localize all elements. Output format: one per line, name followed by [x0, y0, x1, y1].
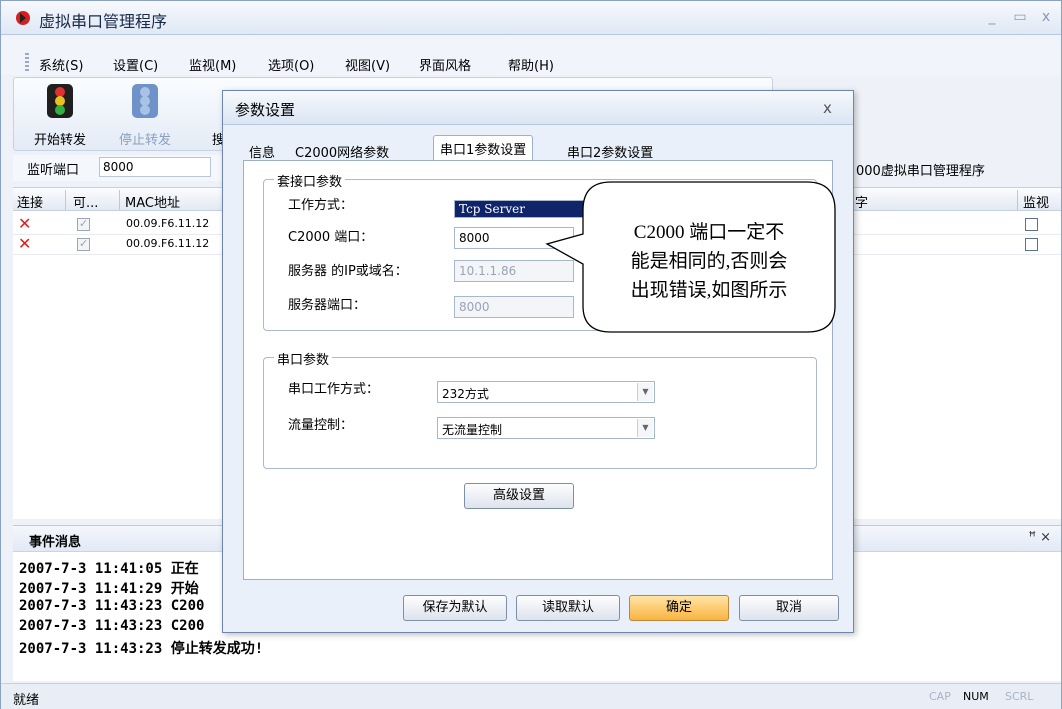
callout-line: C2000 端口一定不 [633, 222, 785, 243]
col-connect[interactable]: 连接 [17, 192, 43, 211]
log-line: 2007-7-3 11:43:23 停止转发成功! [19, 641, 264, 657]
dialog-title-bar: 参数设置 x [223, 91, 853, 125]
start-forward-button[interactable]: 开始转发 [28, 78, 92, 150]
mac-cell: 00.09.F6.11.12 [126, 237, 210, 250]
event-pane-title: 事件消息 [29, 535, 82, 550]
menu-monitor[interactable]: 监视(M) [189, 55, 236, 74]
tab-serial2[interactable]: 串口2参数设置 [561, 139, 659, 161]
log-line: 2007-7-3 11:41:29 开始 [19, 581, 199, 597]
dialog-title: 参数设置 [235, 101, 296, 119]
listen-port-input[interactable]: 8000 [99, 157, 211, 177]
scrl-indicator: SCRL [1005, 690, 1034, 703]
status-bar: 就绪 CAP NUM SCRL [1, 683, 1061, 709]
tab-c2000-network[interactable]: C2000网络参数 [289, 139, 395, 161]
callout-line: 出现错误,如图所示 [630, 280, 788, 301]
col-monitor[interactable]: 监视 [1023, 192, 1049, 211]
tab-info[interactable]: 信息 [243, 139, 281, 161]
flow-control-value: 无流量控制 [442, 423, 503, 437]
serial-mode-value: 232方式 [442, 387, 489, 401]
minimize-button[interactable]: _ [983, 9, 1001, 25]
serial-params-group: 串口参数 串口工作方式： 232方式 ▼ 流量控制： 无流量控制 ▼ [263, 349, 817, 469]
menu-help[interactable]: 帮助(H) [508, 55, 554, 74]
save-default-button[interactable]: 保存为默认 [403, 595, 507, 621]
flow-control-label: 流量控制： [288, 418, 354, 433]
maximize-button[interactable]: ▭ [1011, 9, 1029, 25]
menu-settings[interactable]: 设置(C) [113, 55, 158, 74]
start-forward-label: 开始转发 [33, 133, 86, 148]
app-logo-icon [16, 11, 30, 25]
chevron-down-icon[interactable]: ▼ [637, 383, 653, 401]
tab-serial1[interactable]: 串口1参数设置 [433, 135, 534, 161]
parameter-settings-dialog: 参数设置 x 信息 C2000网络参数 串口1参数设置 串口2参数设置 套接口参… [222, 90, 854, 633]
listen-port-label: 监听端口 [27, 163, 80, 178]
status-text: 就绪 [13, 693, 40, 708]
socket-params-title: 套接口参数 [274, 171, 346, 190]
server-ip-label: 服务器 的IP或域名： [288, 264, 408, 279]
col-available[interactable]: 可... [73, 192, 98, 211]
cancel-button[interactable]: 取消 [739, 595, 839, 621]
monitor-checkbox[interactable] [1025, 238, 1038, 251]
ok-button[interactable]: 确定 [629, 595, 729, 621]
log-line: 2007-7-3 11:43:23 C200 [19, 618, 205, 634]
menubar-grip [25, 53, 29, 71]
callout-text: C2000 端口一定不 能是相同的,否则会 出现错误,如图所示 [590, 218, 828, 305]
close-window-button[interactable]: x [1037, 9, 1055, 25]
pane-pin-close-icon[interactable]: ꟸ × [1028, 530, 1051, 545]
title-bar: 虚拟串口管理程序 _ ▭ x [1, 1, 1061, 35]
log-line: 2007-7-3 11:41:05 正在 [19, 561, 199, 577]
traffic-light-disabled-icon [132, 84, 158, 118]
available-checkbox[interactable] [77, 217, 90, 231]
col-name[interactable]: 字 [855, 192, 868, 211]
traffic-light-icon [47, 84, 73, 118]
callout-line: 能是相同的,否则会 [630, 251, 788, 272]
chevron-down-icon[interactable]: ▼ [637, 419, 653, 437]
mac-cell: 00.09.F6.11.12 [126, 217, 210, 230]
serial-params-title: 串口参数 [274, 349, 333, 368]
window-title: 虚拟串口管理程序 [39, 12, 168, 31]
monitor-checkbox[interactable] [1025, 218, 1038, 231]
server-port-label: 服务器端口： [288, 298, 367, 313]
menu-system[interactable]: 系统(S) [39, 55, 83, 74]
work-mode-label: 工作方式： [288, 198, 354, 213]
c2000-port-label: C2000 端口： [288, 230, 374, 245]
cap-indicator: CAP [929, 690, 951, 703]
serial-mode-label: 串口工作方式： [288, 382, 380, 397]
banner-text: 000虚拟串口管理程序 [856, 164, 985, 179]
menu-view[interactable]: 视图(V) [345, 55, 390, 74]
dialog-close-icon[interactable]: x [823, 99, 832, 117]
disconnected-icon: ✕ [18, 214, 32, 233]
menu-options[interactable]: 选项(O) [268, 55, 314, 74]
col-mac[interactable]: MAC地址 [125, 192, 180, 211]
num-indicator: NUM [963, 690, 989, 703]
menu-ui-style[interactable]: 界面风格 [419, 55, 471, 74]
advanced-settings-button[interactable]: 高级设置 [464, 483, 574, 509]
available-checkbox[interactable] [77, 237, 90, 251]
log-line: 2007-7-3 11:43:23 C200 [19, 598, 205, 614]
stop-forward-button[interactable]: 停止转发 [110, 78, 180, 150]
read-default-button[interactable]: 读取默认 [516, 595, 620, 621]
stop-forward-label: 停止转发 [118, 133, 171, 148]
disconnected-icon: ✕ [18, 234, 32, 253]
serial-mode-select[interactable]: 232方式 ▼ [437, 381, 655, 403]
flow-control-select[interactable]: 无流量控制 ▼ [437, 417, 655, 439]
